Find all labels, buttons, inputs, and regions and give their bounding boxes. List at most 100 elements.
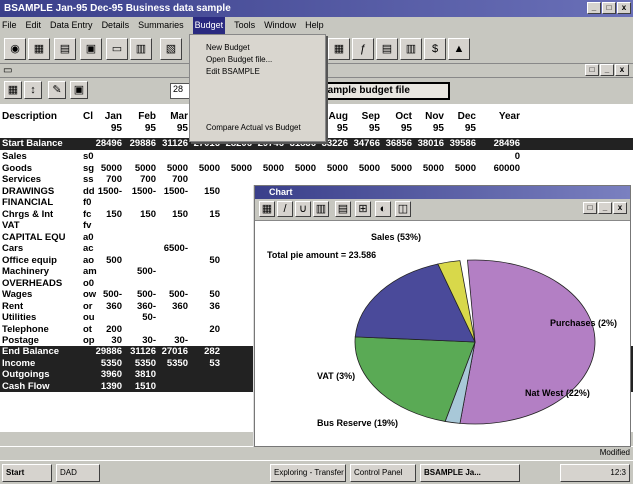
cell[interactable]: 31126 xyxy=(130,346,156,358)
row-label[interactable]: Office equip xyxy=(2,255,57,267)
row-label[interactable]: Cars xyxy=(2,243,23,255)
row-class[interactable]: f0 xyxy=(83,197,91,209)
report2-icon[interactable]: ▥ xyxy=(400,38,422,60)
maximize-button[interactable]: □ xyxy=(602,2,616,14)
cell[interactable]: 150 xyxy=(140,209,156,221)
task-bsample[interactable]: BSAMPLE Ja... xyxy=(420,464,520,482)
cell[interactable]: 5000 xyxy=(231,163,252,175)
cell[interactable]: 5000 xyxy=(199,163,220,175)
edit-icon[interactable]: ✎ xyxy=(48,81,66,99)
cell[interactable]: 5000 xyxy=(167,163,188,175)
row-class[interactable]: ac xyxy=(83,243,94,255)
menu-item-open-budget[interactable]: Open Budget file... xyxy=(206,55,272,64)
cell[interactable]: 5350 xyxy=(167,358,188,370)
row-label[interactable]: Machinery xyxy=(2,266,49,278)
row-label[interactable]: Outgoings xyxy=(2,369,50,381)
line-icon[interactable]: / xyxy=(277,201,293,217)
col-header-month[interactable]: Sep xyxy=(362,111,380,123)
cell[interactable]: 38016 xyxy=(418,138,444,150)
cell[interactable]: 1500- xyxy=(98,186,122,198)
col-header-description[interactable]: Description xyxy=(2,111,57,123)
row-label[interactable]: Wages xyxy=(2,289,32,301)
col-header-month[interactable]: Year xyxy=(499,111,520,123)
cell[interactable]: 150 xyxy=(204,186,220,198)
cell[interactable]: 150 xyxy=(172,209,188,221)
task-dad[interactable]: DAD xyxy=(56,464,100,482)
col-header-month[interactable]: Aug xyxy=(329,111,348,123)
chart-type-icon[interactable]: ▦ xyxy=(259,201,275,217)
cell[interactable]: 27016 xyxy=(162,346,188,358)
print-icon[interactable]: ◫ xyxy=(395,201,411,217)
dollar-icon[interactable]: $ xyxy=(424,38,446,60)
menu-tools[interactable]: Tools xyxy=(234,17,255,34)
cell[interactable]: 5000 xyxy=(135,163,156,175)
cell[interactable]: 360 xyxy=(172,301,188,313)
cell[interactable]: 28496 xyxy=(96,138,122,150)
cell[interactable]: 5350 xyxy=(135,358,156,370)
curve-icon[interactable]: ∪ xyxy=(295,201,311,217)
pie-slice[interactable] xyxy=(459,259,596,425)
sheet-close-button[interactable]: x xyxy=(615,64,629,76)
row-class[interactable]: fv xyxy=(83,220,91,232)
row-label[interactable]: Postage xyxy=(2,335,39,347)
col-header-month[interactable]: Oct xyxy=(395,111,412,123)
row-class[interactable]: o0 xyxy=(83,278,94,290)
sort-icon[interactable]: ↕ xyxy=(24,81,42,99)
menu-details[interactable]: Details xyxy=(102,17,130,34)
menu-edit[interactable]: Edit xyxy=(26,17,42,34)
cell[interactable]: 34766 xyxy=(354,138,380,150)
cell[interactable]: 29886 xyxy=(130,138,156,150)
col-header-cl[interactable]: Cl xyxy=(83,111,93,123)
cell[interactable]: 60000 xyxy=(494,163,520,175)
cell[interactable]: 500- xyxy=(169,289,188,301)
menu-help[interactable]: Help xyxy=(305,17,324,34)
folder-icon[interactable]: ▭ xyxy=(106,38,128,60)
cell[interactable]: 0 xyxy=(515,151,520,163)
cell[interactable]: 282 xyxy=(204,346,220,358)
calendar-icon[interactable]: ▦ xyxy=(28,38,50,60)
row-class[interactable]: fc xyxy=(83,209,91,221)
cell[interactable]: 5350 xyxy=(101,358,122,370)
cell[interactable]: 700 xyxy=(106,174,122,186)
row-class[interactable]: or xyxy=(83,301,93,313)
row-label[interactable]: OVERHEADS xyxy=(2,278,62,290)
chart-icon[interactable]: ▲ xyxy=(448,38,470,60)
col-header-year[interactable]: 95 xyxy=(433,123,444,135)
cell[interactable]: 50- xyxy=(142,312,156,324)
menu-item-edit-bsample[interactable]: Edit BSAMPLE xyxy=(206,67,260,76)
note-icon[interactable]: ▤ xyxy=(376,38,398,60)
col-header-month[interactable]: Nov xyxy=(425,111,444,123)
task-exploring[interactable]: Exploring - Transfer xyxy=(270,464,346,482)
cell[interactable]: 50 xyxy=(209,255,220,267)
cell[interactable]: 1500- xyxy=(132,186,156,198)
row-class[interactable]: dd xyxy=(83,186,95,198)
settings-icon[interactable]: ⊞ xyxy=(355,201,371,217)
cell[interactable]: 3810 xyxy=(135,369,156,381)
cell[interactable]: 5000 xyxy=(295,163,316,175)
chart-close-button[interactable]: x xyxy=(613,202,627,214)
col-header-month[interactable]: Jan xyxy=(105,111,122,123)
sheet-control-icon[interactable]: ▭ xyxy=(3,65,12,76)
menu-item-compare[interactable]: Compare Actual vs Budget xyxy=(206,123,301,132)
cell[interactable]: 500 xyxy=(106,255,122,267)
menu-item-new-budget[interactable]: New Budget xyxy=(206,43,250,52)
cell[interactable]: 36856 xyxy=(386,138,412,150)
row-class[interactable]: ao xyxy=(83,255,94,267)
row-class[interactable]: ss xyxy=(83,174,94,186)
cell[interactable]: 30- xyxy=(142,335,156,347)
row-class[interactable]: am xyxy=(83,266,97,278)
cell[interactable]: 5000 xyxy=(101,163,122,175)
cell[interactable]: 5000 xyxy=(263,163,284,175)
menu-window[interactable]: Window xyxy=(264,17,296,34)
row-label[interactable]: VAT xyxy=(2,220,20,232)
cell[interactable]: 29886 xyxy=(96,346,122,358)
cell[interactable]: 500- xyxy=(103,289,122,301)
menu-summaries[interactable]: Summaries xyxy=(138,17,184,34)
cell[interactable]: 1510 xyxy=(135,381,156,393)
row-label[interactable]: Cash Flow xyxy=(2,381,50,393)
close-button[interactable]: x xyxy=(617,2,631,14)
cell[interactable]: 1390 xyxy=(101,381,122,393)
cell[interactable]: 20 xyxy=(209,324,220,336)
pie-icon[interactable]: ◐ xyxy=(375,201,391,217)
col-header-month[interactable]: Feb xyxy=(138,111,156,123)
